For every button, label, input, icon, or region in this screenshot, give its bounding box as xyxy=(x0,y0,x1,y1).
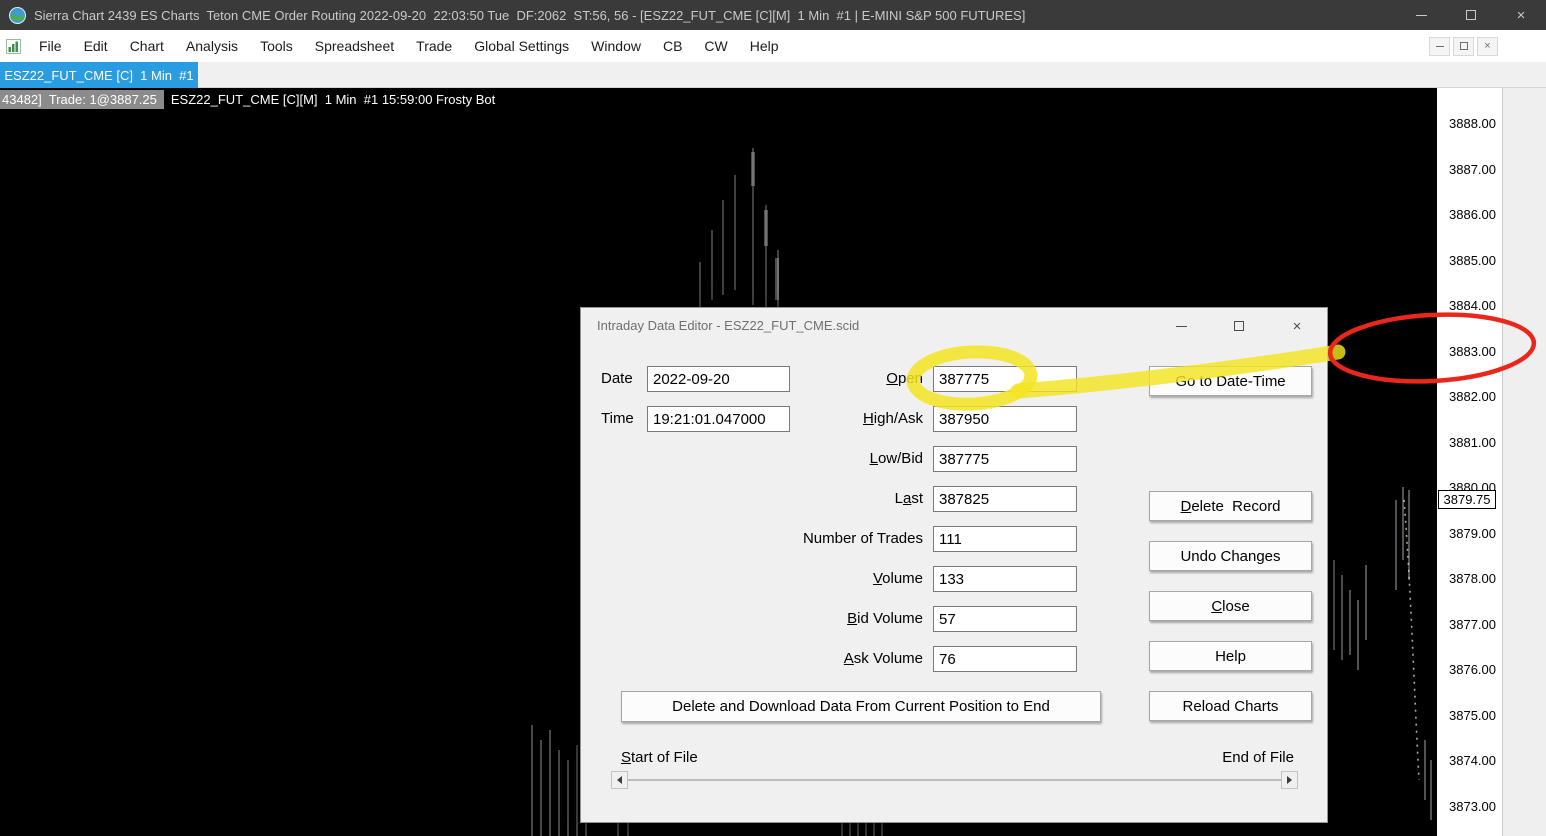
help-button[interactable]: Help xyxy=(1149,641,1312,671)
price-axis-label: 3884.00 xyxy=(1449,298,1496,313)
menu-analysis[interactable]: Analysis xyxy=(175,38,249,54)
high-ask-input[interactable] xyxy=(933,406,1077,432)
window-title: Sierra Chart 2439 ES Charts Teton CME Or… xyxy=(34,7,1026,23)
ask-volume-input[interactable] xyxy=(933,646,1077,672)
ask-volume-label: Ask Volume xyxy=(843,650,923,667)
low-bid-input[interactable] xyxy=(933,446,1077,472)
chart-document-icon xyxy=(6,38,21,54)
menu-cw[interactable]: CW xyxy=(693,38,738,54)
window-close-button[interactable]: × xyxy=(1496,0,1546,30)
reload-charts-button[interactable]: Reload Charts xyxy=(1149,691,1312,721)
maximize-icon xyxy=(1234,321,1244,331)
volume-input[interactable] xyxy=(933,566,1077,592)
last-input[interactable] xyxy=(933,486,1077,512)
mdi-window-controls: × xyxy=(1429,36,1498,56)
menu-bar: File Edit Chart Analysis Tools Spreadshe… xyxy=(0,30,1546,62)
menu-edit[interactable]: Edit xyxy=(73,38,119,54)
trade-status-badge: 43482] Trade: 1@3887.25 xyxy=(0,90,164,109)
close-button[interactable]: Close xyxy=(1149,591,1312,621)
mdi-minimize-button[interactable] xyxy=(1429,36,1450,56)
dialog-maximize-button[interactable] xyxy=(1217,312,1261,340)
price-axis-label: 3882.00 xyxy=(1449,389,1496,404)
price-axis-label: 3883.00 xyxy=(1449,344,1496,359)
undo-changes-button[interactable]: Undo Changes xyxy=(1149,541,1312,571)
window-maximize-button[interactable] xyxy=(1446,0,1496,30)
chart-symbol-status: ESZ22_FUT_CME [C][M] 1 Min #1 15:59:00 F… xyxy=(170,92,496,107)
menu-trade[interactable]: Trade xyxy=(405,38,463,54)
price-axis-label: 3874.00 xyxy=(1449,753,1496,768)
sierra-chart-logo-icon xyxy=(9,6,26,24)
number-of-trades-label: Number of Trades xyxy=(802,530,923,547)
price-axis-label: 3886.00 xyxy=(1449,207,1496,222)
mdi-restore-button[interactable] xyxy=(1453,36,1474,56)
price-axis-label: 3876.00 xyxy=(1449,662,1496,677)
dialog-title: Intraday Data Editor - ESZ22_FUT_CME.sci… xyxy=(597,318,860,333)
menu-help[interactable]: Help xyxy=(739,38,790,54)
date-label: Date xyxy=(601,370,633,387)
chart-status-line: 43482] Trade: 1@3887.25 ESZ22_FUT_CME [C… xyxy=(0,90,502,109)
window-minimize-button[interactable] xyxy=(1396,0,1446,30)
dialog-minimize-button[interactable] xyxy=(1159,312,1203,340)
scroll-right-button[interactable] xyxy=(1281,771,1298,789)
menu-window[interactable]: Window xyxy=(580,38,652,54)
price-axis-label: 3878.00 xyxy=(1449,571,1496,586)
price-axis-label: 3887.00 xyxy=(1449,162,1496,177)
price-axis-label: 3875.00 xyxy=(1449,708,1496,723)
price-axis-label: 3877.00 xyxy=(1449,617,1496,632)
menu-chart[interactable]: Chart xyxy=(119,38,175,54)
low-bid-label: Low/Bid xyxy=(869,450,923,467)
price-axis-label: 3873.00 xyxy=(1449,799,1496,814)
minimize-icon xyxy=(1435,45,1444,47)
price-axis-label: 3888.00 xyxy=(1449,116,1496,131)
start-of-file-label: Start of File xyxy=(621,749,698,766)
left-arrow-icon xyxy=(617,776,622,784)
title-bar[interactable]: Sierra Chart 2439 ES Charts Teton CME Or… xyxy=(0,0,1546,30)
last-price-badge: 3879.75 xyxy=(1438,490,1496,509)
last-label: Last xyxy=(894,490,923,507)
delete-record-button[interactable]: Delete Record xyxy=(1149,491,1312,521)
open-input[interactable] xyxy=(933,366,1077,392)
tab-bar: ESZ22_FUT_CME [C] 1 Min #1 xyxy=(0,62,1546,88)
intraday-data-editor-dialog: Intraday Data Editor - ESZ22_FUT_CME.sci… xyxy=(580,307,1328,823)
price-axis-label: 3879.00 xyxy=(1449,526,1496,541)
menu-cb[interactable]: CB xyxy=(652,38,693,54)
menu-global-settings[interactable]: Global Settings xyxy=(463,38,580,54)
price-axis-label: 3881.00 xyxy=(1449,435,1496,450)
dialog-close-button[interactable]: × xyxy=(1275,312,1319,340)
scrollbar-track[interactable] xyxy=(628,779,1281,781)
price-axis-label: 3885.00 xyxy=(1449,253,1496,268)
delete-and-download-button[interactable]: Delete and Download Data From Current Po… xyxy=(621,691,1101,722)
mdi-close-button[interactable]: × xyxy=(1477,36,1498,56)
window-right-gutter xyxy=(1502,88,1546,836)
right-arrow-icon xyxy=(1287,776,1292,784)
scroll-left-button[interactable] xyxy=(611,771,628,789)
maximize-icon xyxy=(1466,10,1476,20)
menu-tools[interactable]: Tools xyxy=(249,38,304,54)
go-to-date-time-button[interactable]: Go to Date-Time xyxy=(1149,366,1312,396)
menu-spreadsheet[interactable]: Spreadsheet xyxy=(304,38,405,54)
menu-file[interactable]: File xyxy=(28,38,73,54)
number-of-trades-input[interactable] xyxy=(933,526,1077,552)
bid-volume-input[interactable] xyxy=(933,606,1077,632)
volume-label: Volume xyxy=(872,570,923,587)
data-position-scrollbar[interactable] xyxy=(611,771,1298,789)
price-axis[interactable]: 3888.00 3887.00 3886.00 3885.00 3884.00 … xyxy=(1437,88,1502,836)
minimize-icon xyxy=(1175,325,1187,327)
high-ask-label: High/Ask xyxy=(862,410,923,427)
window-controls: × xyxy=(1396,0,1546,30)
open-label: Open xyxy=(886,370,923,387)
end-of-file-label: End of File xyxy=(1222,749,1294,766)
dialog-window-controls: × xyxy=(1159,312,1319,340)
tab-esz22-fut-cme[interactable]: ESZ22_FUT_CME [C] 1 Min #1 xyxy=(0,62,198,88)
sierra-chart-window: Sierra Chart 2439 ES Charts Teton CME Or… xyxy=(0,0,1546,836)
minimize-icon xyxy=(1415,14,1427,16)
restore-icon xyxy=(1459,42,1468,50)
bid-volume-label: Bid Volume xyxy=(847,610,923,627)
time-label: Time xyxy=(601,410,634,427)
